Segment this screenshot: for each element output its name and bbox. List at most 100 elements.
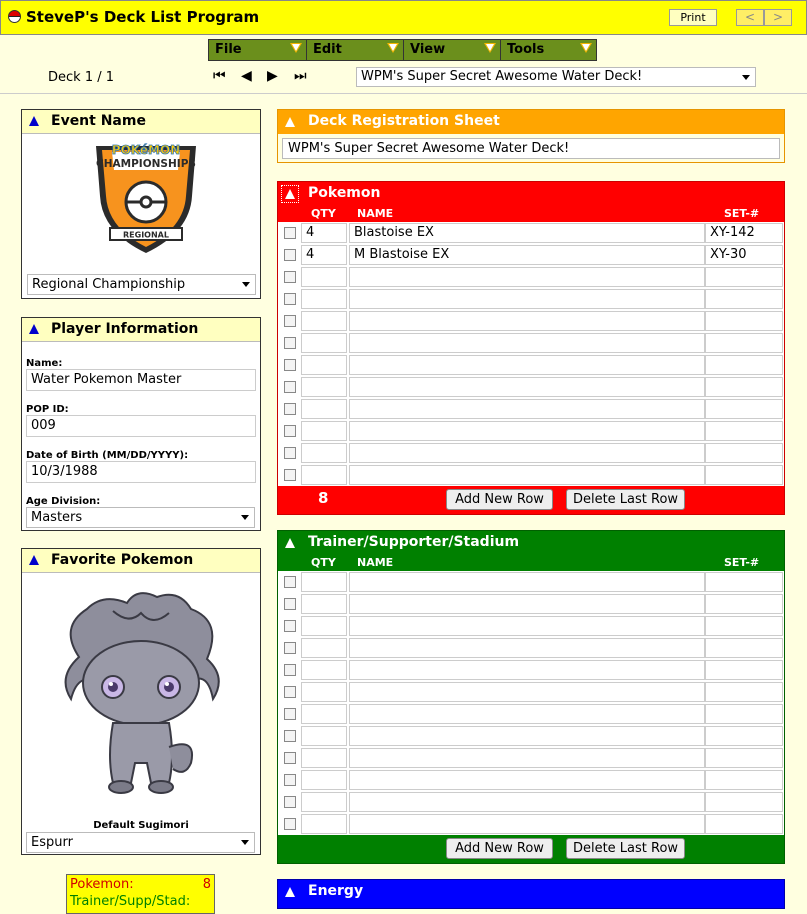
set-cell[interactable] [705, 311, 783, 331]
set-cell[interactable] [705, 770, 783, 790]
qty-cell[interactable] [301, 594, 347, 614]
name-cell[interactable] [349, 594, 705, 614]
set-cell[interactable] [705, 792, 783, 812]
qty-cell[interactable] [301, 814, 347, 834]
row-checkbox[interactable] [284, 730, 296, 742]
qty-cell[interactable] [301, 660, 347, 680]
event-panel-header[interactable]: Event Name [22, 110, 260, 134]
energy-header[interactable]: Energy [278, 880, 784, 904]
registration-header[interactable]: Deck Registration Sheet [278, 110, 784, 134]
row-checkbox[interactable] [284, 796, 296, 808]
name-cell[interactable] [349, 377, 705, 397]
name-cell[interactable] [349, 465, 705, 485]
age-division-select[interactable]: Masters [26, 507, 255, 528]
qty-cell[interactable] [301, 311, 347, 331]
set-cell[interactable] [705, 594, 783, 614]
set-cell[interactable] [705, 660, 783, 680]
name-cell[interactable] [349, 792, 705, 812]
row-checkbox[interactable] [284, 315, 296, 327]
name-cell[interactable] [349, 616, 705, 636]
qty-cell[interactable]: 4 [301, 245, 347, 265]
set-cell[interactable] [705, 465, 783, 485]
name-cell[interactable]: M Blastoise EX [349, 245, 705, 265]
dob-field[interactable]: 10/3/1988 [26, 461, 256, 483]
menu-file[interactable]: File [208, 39, 307, 61]
menu-view[interactable]: View [403, 39, 501, 61]
name-cell[interactable] [349, 443, 705, 463]
set-cell[interactable] [705, 377, 783, 397]
set-cell[interactable] [705, 333, 783, 353]
qty-cell[interactable] [301, 770, 347, 790]
row-checkbox[interactable] [284, 598, 296, 610]
name-cell[interactable] [349, 748, 705, 768]
last-deck-icon[interactable]: ⏭ [294, 68, 307, 84]
next-button[interactable]: > [764, 9, 792, 26]
pokemon-header[interactable]: Pokemon [278, 182, 784, 206]
qty-cell[interactable] [301, 748, 347, 768]
qty-cell[interactable] [301, 465, 347, 485]
qty-cell[interactable] [301, 421, 347, 441]
qty-cell[interactable] [301, 443, 347, 463]
set-cell[interactable] [705, 704, 783, 724]
collapse-triangle-icon[interactable] [285, 538, 295, 548]
qty-cell[interactable] [301, 572, 347, 592]
row-checkbox[interactable] [284, 686, 296, 698]
delete-pokemon-row-button[interactable]: Delete Last Row [566, 489, 685, 510]
name-cell[interactable] [349, 660, 705, 680]
qty-cell[interactable] [301, 377, 347, 397]
row-checkbox[interactable] [284, 227, 296, 239]
name-cell[interactable] [349, 311, 705, 331]
name-cell[interactable]: Blastoise EX [349, 223, 705, 243]
qty-cell[interactable] [301, 638, 347, 658]
name-cell[interactable] [349, 421, 705, 441]
qty-cell[interactable] [301, 616, 347, 636]
collapse-triangle-icon[interactable] [29, 555, 39, 565]
row-checkbox[interactable] [284, 271, 296, 283]
set-cell[interactable] [705, 443, 783, 463]
collapse-triangle-icon[interactable] [29, 324, 39, 334]
name-cell[interactable] [349, 289, 705, 309]
collapse-triangle-icon[interactable] [285, 887, 295, 897]
menu-edit[interactable]: Edit [306, 39, 404, 61]
row-checkbox[interactable] [284, 774, 296, 786]
first-deck-icon[interactable]: ⏮ [213, 68, 226, 84]
row-checkbox[interactable] [284, 818, 296, 830]
qty-cell[interactable] [301, 792, 347, 812]
row-checkbox[interactable] [284, 249, 296, 261]
row-checkbox[interactable] [284, 403, 296, 415]
name-cell[interactable] [349, 682, 705, 702]
set-cell[interactable] [705, 572, 783, 592]
qty-cell[interactable] [301, 704, 347, 724]
name-cell[interactable] [349, 267, 705, 287]
set-cell[interactable] [705, 638, 783, 658]
name-field[interactable]: Water Pokemon Master [26, 369, 256, 391]
set-cell[interactable]: XY-30 [705, 245, 783, 265]
trainer-header[interactable]: Trainer/Supporter/Stadium [278, 531, 784, 555]
row-checkbox[interactable] [284, 642, 296, 654]
name-cell[interactable] [349, 814, 705, 834]
player-panel-header[interactable]: Player Information [22, 318, 260, 342]
pop-id-field[interactable]: 009 [26, 415, 256, 437]
set-cell[interactable] [705, 421, 783, 441]
name-cell[interactable] [349, 726, 705, 746]
row-checkbox[interactable] [284, 664, 296, 676]
row-checkbox[interactable] [284, 359, 296, 371]
name-cell[interactable] [349, 704, 705, 724]
set-cell[interactable] [705, 399, 783, 419]
set-cell[interactable] [705, 726, 783, 746]
row-checkbox[interactable] [284, 708, 296, 720]
set-cell[interactable] [705, 748, 783, 768]
row-checkbox[interactable] [284, 425, 296, 437]
row-checkbox[interactable] [284, 447, 296, 459]
collapse-triangle-icon[interactable] [281, 185, 299, 203]
qty-cell[interactable] [301, 682, 347, 702]
qty-cell[interactable] [301, 289, 347, 309]
name-cell[interactable] [349, 770, 705, 790]
collapse-triangle-icon[interactable] [29, 116, 39, 126]
qty-cell[interactable] [301, 267, 347, 287]
set-cell[interactable] [705, 267, 783, 287]
name-cell[interactable] [349, 355, 705, 375]
row-checkbox[interactable] [284, 620, 296, 632]
set-cell[interactable] [705, 682, 783, 702]
favorite-panel-header[interactable]: Favorite Pokemon [22, 549, 260, 573]
